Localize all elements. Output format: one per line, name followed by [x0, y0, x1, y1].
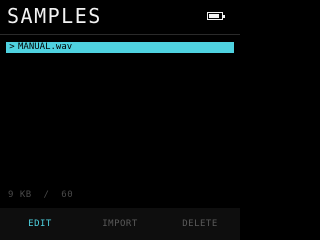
edit-button[interactable]: EDIT [22, 218, 58, 230]
storage-used: 9 KB [8, 190, 32, 200]
file-list: > MANUAL.wav [6, 42, 234, 53]
delete-button[interactable]: DELETE [176, 218, 224, 230]
file-item-selected[interactable]: > MANUAL.wav [6, 42, 234, 53]
battery-icon [207, 12, 225, 20]
footer-bar: EDIT IMPORT DELETE [0, 208, 240, 240]
page-title: SAMPLES [7, 4, 102, 28]
storage-total: 60 [61, 190, 74, 200]
battery-terminal [223, 15, 225, 18]
header-divider [0, 34, 240, 35]
import-button[interactable]: IMPORT [96, 218, 144, 230]
storage-usage: 9 KB / 60 [8, 189, 73, 201]
file-name: MANUAL.wav [18, 42, 73, 52]
chevron-right-icon: > [9, 42, 15, 52]
samples-screen: SAMPLES > MANUAL.wav 9 KB / 60 EDIT IMPO… [0, 0, 240, 240]
battery-level [209, 14, 219, 18]
storage-separator: / [43, 190, 50, 200]
